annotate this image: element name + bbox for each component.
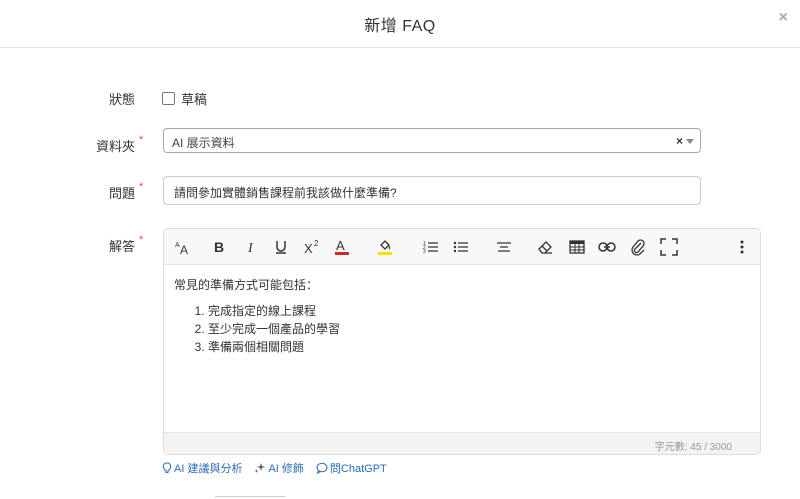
svg-text:2: 2 [314, 239, 319, 248]
font-size-icon[interactable]: AA [173, 237, 193, 257]
chevron-down-icon[interactable] [686, 139, 694, 144]
required-mark: * [139, 134, 144, 146]
table-icon[interactable] [567, 237, 587, 257]
ask-chatgpt-label[interactable]: 問ChatGPT [330, 460, 387, 476]
folder-select[interactable]: AI 展示資料 × [163, 128, 701, 153]
list-item: 至少完成一個產品的學習 [208, 320, 750, 338]
ai-polish-label[interactable]: AI 修飾 [268, 460, 303, 476]
folder-label: 資料夾 * [95, 134, 143, 155]
answer-label-text: 解答 [108, 239, 135, 254]
answer-intro: 常見的準備方式可能包括： [174, 278, 319, 292]
underline-icon[interactable] [271, 237, 291, 257]
svg-text:I: I [247, 241, 254, 255]
more-icon[interactable] [732, 237, 752, 257]
ai-polish-link[interactable]: AI 修飾 [254, 460, 304, 476]
draft-checkbox-group[interactable]: 草稿 [162, 89, 207, 108]
ai-analyze-link[interactable]: AI 建議與分析 [162, 460, 242, 476]
answer-list: 完成指定的線上課程 至少完成一個產品的學習 準備兩個相關問題 [208, 302, 750, 356]
eraser-icon[interactable] [535, 237, 555, 257]
editor-toolbar: AA B I X2 A 123 [164, 229, 760, 265]
ordered-list-icon[interactable]: 123 [421, 237, 441, 257]
font-color-icon[interactable]: A [332, 237, 352, 257]
list-item: 完成指定的線上課程 [208, 302, 750, 320]
bullet-list-icon[interactable] [451, 237, 471, 257]
folder-select-value: AI 展示資料 [172, 136, 235, 150]
modal-header: 新增 FAQ × [0, 0, 800, 48]
ai-analyze-label[interactable]: AI 建議與分析 [174, 460, 242, 476]
ai-links: AI 建議與分析 AI 修飾 問ChatGPT [162, 460, 387, 476]
lightbulb-icon [162, 462, 172, 474]
list-item: 準備兩個相關問題 [208, 338, 750, 356]
bold-icon[interactable]: B [209, 237, 229, 257]
close-button[interactable]: × [779, 10, 788, 26]
editor-content[interactable]: 常見的準備方式可能包括： 完成指定的線上課程 至少完成一個產品的學習 準備兩個相… [174, 276, 750, 356]
svg-text:A: A [180, 243, 188, 256]
folder-label-text: 資料夾 [95, 139, 135, 154]
status-label: 狀態 [108, 92, 135, 107]
folder-clear-button[interactable]: × [676, 134, 683, 148]
svg-text:B: B [214, 239, 224, 255]
sparkle-icon [254, 462, 266, 474]
attachment-icon[interactable] [628, 237, 648, 257]
required-mark: * [139, 181, 144, 193]
svg-text:X: X [304, 241, 313, 255]
editor-status-bar: 字元數: 45 / 3000 [164, 432, 760, 454]
italic-icon[interactable]: I [241, 237, 261, 257]
draft-checkbox-label[interactable]: 草稿 [181, 89, 207, 108]
svg-text:A: A [336, 238, 345, 253]
align-icon[interactable] [494, 237, 514, 257]
char-count: 字元數: 45 / 3000 [654, 442, 732, 453]
chat-bubble-icon [316, 462, 328, 474]
highlight-icon[interactable] [375, 237, 395, 257]
draft-checkbox[interactable] [162, 92, 175, 105]
question-label: 問題 * [108, 181, 143, 202]
answer-editor[interactable]: AA B I X2 A 123 常見的準備方式可能包括： 1. 完成指定的線上課… [163, 228, 761, 455]
superscript-icon[interactable]: X2 [302, 237, 322, 257]
answer-label: 解答 * [108, 234, 143, 255]
ask-chatgpt-link[interactable]: 問ChatGPT [316, 460, 387, 476]
question-label-text: 問題 [108, 186, 135, 201]
question-input[interactable]: 請問參加實體銷售課程前我該做什麼準備? [163, 176, 701, 205]
modal-title: 新增 FAQ [364, 18, 436, 35]
svg-text:3: 3 [423, 249, 426, 254]
required-mark: * [139, 234, 144, 246]
link-icon[interactable] [597, 237, 617, 257]
fullscreen-icon[interactable] [659, 237, 679, 257]
